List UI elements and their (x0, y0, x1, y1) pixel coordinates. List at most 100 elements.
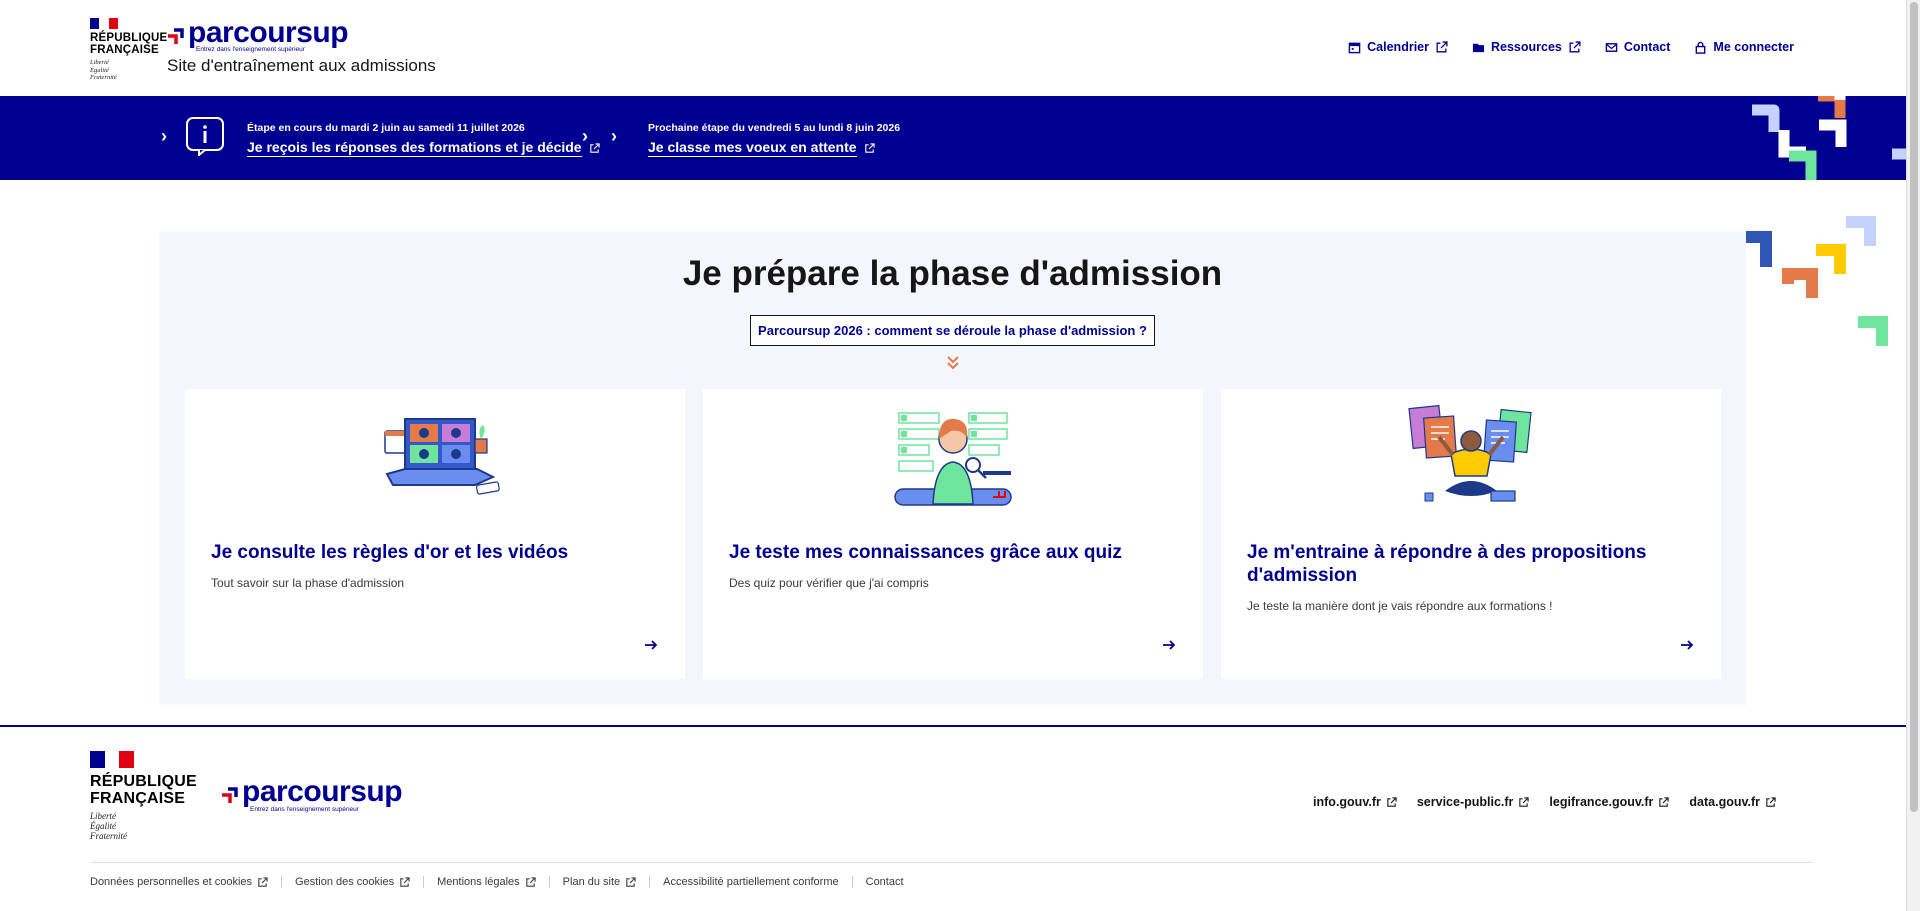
page-title: Je prépare la phase d'admission (682, 254, 1223, 293)
nav-contact[interactable]: Contact (1605, 40, 1671, 54)
external-link-icon (1766, 796, 1776, 807)
footer-parcoursup-logo[interactable]: parcoursup Entrez dans l'enseignement su… (220, 775, 403, 813)
nav-me-connecter[interactable]: Me connecter (1694, 40, 1794, 54)
footer-bottom-label: Plan du site (562, 876, 621, 888)
footer-bottom-label: Données personnelles et cookies (90, 876, 253, 888)
footer-link-donnees-personnelles[interactable]: Données personnelles et cookies (90, 876, 281, 888)
phase-admission-button[interactable]: Parcoursup 2026 : comment se déroule la … (750, 315, 1155, 346)
footer: République Française Liberté Égalité Fra… (0, 725, 1906, 911)
parcoursup-wordmark: parcoursup (188, 16, 349, 49)
parcoursup-wordmark: parcoursup (242, 775, 403, 808)
header: République Française Liberté Égalité Fra… (0, 0, 1906, 96)
footer-republique-francaise-logo[interactable]: République Française Liberté Égalité Fra… (90, 751, 197, 841)
page: République Française Liberté Égalité Fra… (0, 0, 1920, 911)
card-description: Je teste la manière dont je vais répondr… (1247, 599, 1553, 613)
parcoursup-mark-icon (168, 28, 184, 44)
laptop-videos-illustration (384, 418, 500, 495)
card-title: Je teste mes connaissances grâce aux qui… (729, 542, 1122, 563)
footer-republic-line-2: Française (90, 790, 186, 807)
mail-icon (1605, 42, 1618, 52)
admission-panel: Je prépare la phase d'admission Parcours… (159, 231, 1746, 705)
devise: Liberté Égalité Fraternité (90, 59, 160, 82)
arrow-right-icon[interactable] (643, 637, 659, 653)
external-link-icon (400, 876, 410, 887)
external-link-icon (258, 876, 268, 887)
card-regles-videos[interactable]: Je consulte les règles d'or et les vidéo… (185, 389, 685, 679)
card-title: Je consulte les règles d'or et les vidéo… (211, 542, 569, 563)
devise-egalite: Égalité (90, 66, 109, 74)
footer-bottom-label: Gestion des cookies (295, 876, 395, 888)
external-link-icon (1387, 796, 1397, 807)
external-link-icon (1569, 40, 1581, 52)
parcoursup-mark-icon (222, 787, 238, 803)
current-step: Étape en cours du mardi 2 juin au samedi… (247, 122, 600, 157)
next-step-link[interactable]: Je classe mes voeux en attente (648, 139, 900, 157)
footer-link-label: info.gouv.fr (1313, 795, 1381, 809)
parcoursup-logo[interactable]: parcoursup Entrez dans l'enseignement su… (166, 16, 349, 53)
nav-contact-label: Contact (1623, 40, 1671, 54)
devise-fraternite: Fraternité (90, 831, 127, 841)
chevron-right-icon[interactable]: › (161, 126, 167, 147)
external-link-icon (589, 142, 600, 153)
nav-ressources-label: Ressources (1491, 40, 1562, 54)
footer-bottom-links: Données personnelles et cookies Gestion … (90, 876, 917, 888)
republic-line-2: Française (90, 44, 159, 56)
footer-bottom-label: Accessibilité partiellement conforme (663, 876, 839, 888)
chevron-right-icon[interactable]: › (611, 126, 617, 147)
next-step: Prochaine étape du vendredi 5 au lundi 8… (648, 122, 900, 157)
arrow-right-icon[interactable] (1161, 637, 1177, 653)
next-step-link-label: Je classe mes voeux en attente (648, 139, 857, 157)
devise-liberte: Liberté (90, 811, 116, 821)
current-step-link-label: Je reçois les réponses des formations et… (247, 139, 582, 157)
footer-link-label: service-public.fr (1416, 795, 1514, 809)
footer-link-plan-du-site[interactable]: Plan du site (548, 876, 649, 888)
current-step-date: Étape en cours du mardi 2 juin au samedi… (247, 122, 525, 134)
external-link-icon (1436, 40, 1448, 52)
footer-link-legifrance[interactable]: legifrance.gouv.fr (1549, 795, 1670, 809)
nav-calendrier[interactable]: Calendrier (1348, 40, 1448, 54)
footer-bottom-label: Mentions légales (437, 876, 520, 888)
footer-link-contact[interactable]: Contact (851, 876, 917, 888)
card-description: Des quiz pour vérifier que j'ai compris (729, 576, 929, 590)
top-navigation: Calendrier Ressources Contact Me connect… (1348, 40, 1794, 54)
footer-link-data-gouv[interactable]: data.gouv.fr (1689, 795, 1776, 809)
info-bubble-icon (186, 117, 224, 156)
card-quiz[interactable]: Je teste mes connaissances grâce aux qui… (703, 389, 1203, 679)
footer-devise: Liberté Égalité Fraternité (90, 811, 197, 841)
devise-liberte: Liberté (90, 59, 109, 66)
footer-link-mentions-legales[interactable]: Mentions légales (423, 876, 549, 888)
marianne-flag-icon (90, 18, 118, 29)
card-propositions[interactable]: Je m'entraine à répondre à des propositi… (1221, 389, 1721, 679)
footer-external-links: info.gouv.fr service-public.fr legifranc… (1313, 795, 1776, 809)
footer-link-label: legifrance.gouv.fr (1549, 795, 1654, 809)
page-scrollbar[interactable] (1906, 0, 1920, 911)
republique-francaise-logo[interactable]: République Française Liberté Égalité Fra… (90, 18, 168, 82)
current-step-link[interactable]: Je reçois les réponses des formations et… (247, 139, 600, 157)
decorative-corners-icon (1752, 96, 1906, 180)
double-chevron-down-icon[interactable] (944, 354, 962, 372)
chevron-right-icon[interactable]: › (582, 126, 588, 147)
republic-line-1: République (90, 32, 168, 44)
nav-calendrier-label: Calendrier (1367, 40, 1429, 54)
footer-link-service-public[interactable]: service-public.fr (1417, 795, 1530, 809)
footer-link-label: data.gouv.fr (1689, 795, 1760, 809)
footer-link-accessibilite[interactable]: Accessibilité partiellement conforme (649, 876, 851, 888)
marianne-flag-icon (90, 751, 135, 768)
devise-egalite: Égalité (90, 821, 116, 831)
nav-ressources[interactable]: Ressources (1472, 40, 1581, 54)
footer-divider (90, 862, 1813, 863)
external-link-icon (525, 876, 536, 887)
arrow-right-icon[interactable] (1679, 637, 1695, 653)
devise-fraternite: Fraternité (90, 74, 117, 81)
footer-link-info-gouv[interactable]: info.gouv.fr (1313, 795, 1397, 809)
footer-link-gestion-cookies[interactable]: Gestion des cookies (281, 876, 423, 888)
card-description: Tout savoir sur la phase d'admission (211, 576, 405, 590)
scrollbar-thumb[interactable] (1910, 2, 1918, 812)
person-propositions-illustration (1408, 404, 1532, 502)
external-link-icon (1659, 796, 1670, 807)
lock-icon (1696, 41, 1706, 54)
external-link-icon (864, 142, 875, 153)
site-title: Site d'entraînement aux admissions (167, 56, 436, 75)
footer-republic-line-1: République (90, 773, 197, 790)
card-title: Je m'entraine à répondre à des propositi… (1247, 542, 1647, 586)
